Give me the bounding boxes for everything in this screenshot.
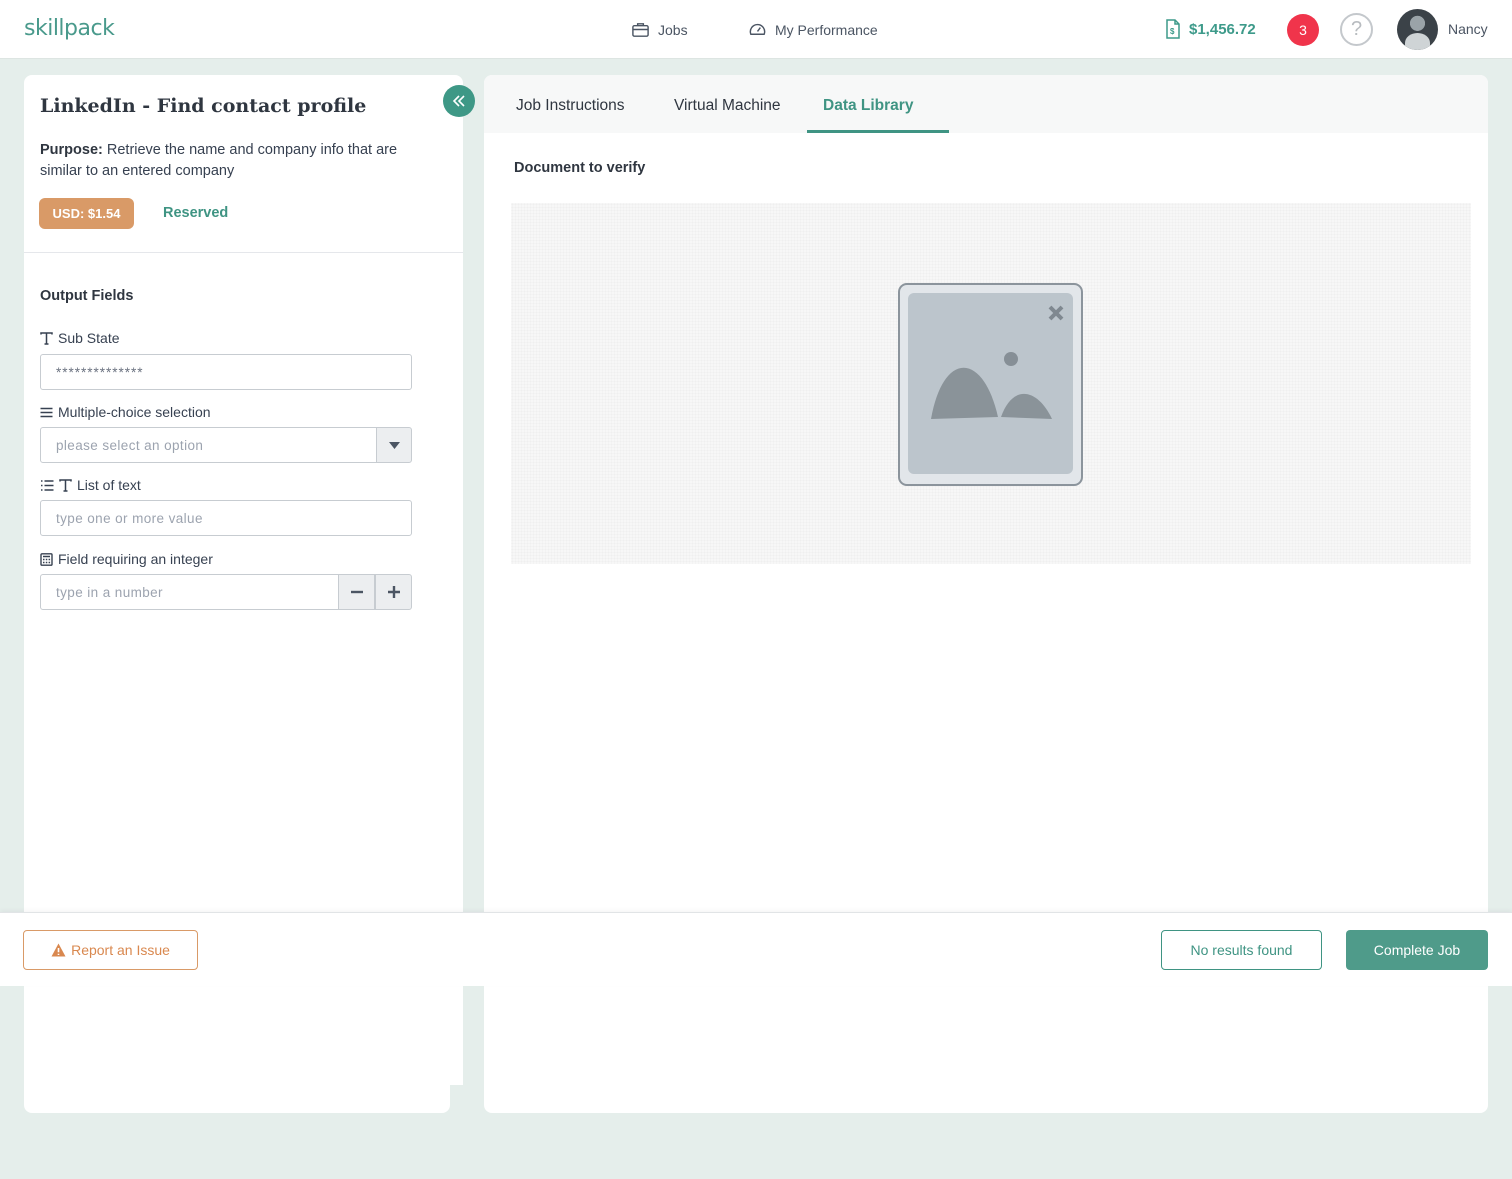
field-label-sub-state: Sub State (40, 330, 120, 346)
broken-image-icon (898, 283, 1083, 486)
report-issue-button[interactable]: Report an Issue (23, 930, 198, 970)
multiple-choice-select[interactable]: please select an option (40, 427, 377, 463)
avatar[interactable] (1397, 9, 1438, 50)
increment-button[interactable] (375, 574, 412, 610)
job-purpose: Purpose: Retrieve the name and company i… (40, 140, 430, 182)
divider (24, 252, 463, 253)
tab-data-library[interactable]: Data Library (823, 97, 913, 115)
output-fields-title: Output Fields (40, 288, 134, 304)
field-label-integer: Field requiring an integer (40, 551, 213, 567)
warning-icon (51, 943, 66, 957)
price-badge: USD: $1.54 (39, 198, 134, 229)
document-title: Document to verify (514, 160, 646, 176)
double-chevron-left-icon (452, 95, 465, 107)
logo[interactable]: skillpack (24, 16, 115, 41)
report-issue-label: Report an Issue (71, 942, 170, 958)
list-ordered-icon (41, 479, 54, 491)
speedometer-icon (749, 23, 766, 35)
dollar-document-icon: $ (1166, 19, 1180, 39)
plus-icon (387, 586, 400, 598)
username[interactable]: Nancy (1448, 21, 1488, 37)
integer-input[interactable]: type in a number (40, 574, 340, 610)
minus-icon (350, 590, 363, 594)
nav-my-performance-label: My Performance (775, 21, 878, 38)
no-results-button[interactable]: No results found (1161, 930, 1322, 970)
field-label-text: List of text (77, 477, 141, 493)
active-tab-indicator (807, 130, 949, 133)
notification-badge[interactable]: 3 (1287, 14, 1319, 46)
text-icon (59, 478, 72, 492)
svg-text:$: $ (1170, 27, 1175, 36)
tab-virtual-machine[interactable]: Virtual Machine (674, 97, 781, 115)
select-dropdown-button[interactable] (376, 427, 412, 463)
list-icon (40, 407, 53, 417)
field-label-list-of-text: List of text (40, 477, 141, 493)
tab-job-instructions[interactable]: Job Instructions (516, 97, 625, 115)
nav-jobs-label: Jobs (658, 21, 688, 38)
calculator-icon (40, 552, 53, 566)
status-badge: Reserved (163, 205, 229, 221)
balance[interactable]: $ $1,456.72 (1165, 19, 1256, 39)
field-label-text: Sub State (58, 330, 120, 346)
sub-state-input[interactable]: ************** (40, 354, 412, 390)
briefcase-icon (632, 23, 649, 37)
nav-jobs[interactable]: Jobs (631, 20, 688, 39)
balance-amount: $1,456.72 (1189, 20, 1256, 38)
list-of-text-input[interactable]: type one or more value (40, 500, 412, 536)
complete-job-button[interactable]: Complete Job (1346, 930, 1488, 970)
purpose-label: Purpose: (40, 142, 103, 158)
job-details-panel-bottom (24, 985, 450, 1113)
job-title: LinkedIn - Find contact profile (40, 95, 367, 117)
collapse-panel-button[interactable] (443, 85, 475, 117)
field-label-text: Multiple-choice selection (58, 404, 211, 420)
decrement-button[interactable] (338, 574, 375, 610)
text-icon (40, 331, 53, 345)
nav-my-performance[interactable]: My Performance (748, 20, 878, 39)
field-label-multiple-choice: Multiple-choice selection (40, 404, 211, 420)
tabs-bar (484, 75, 1488, 133)
field-label-text: Field requiring an integer (58, 551, 213, 567)
help-icon[interactable]: ? (1340, 13, 1373, 46)
caret-down-icon (388, 441, 400, 449)
